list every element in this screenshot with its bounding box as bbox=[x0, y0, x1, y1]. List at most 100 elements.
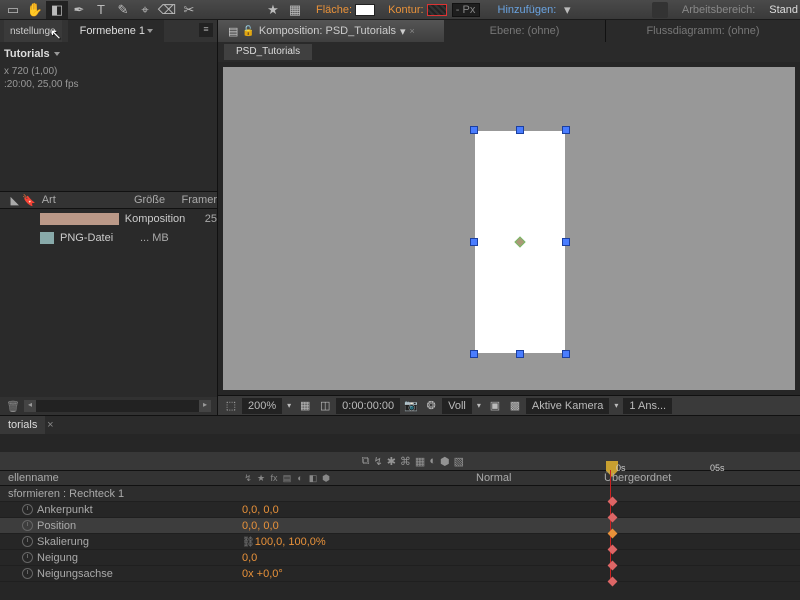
tab-layer[interactable]: Ebene: (ohne) bbox=[444, 20, 606, 42]
stroke-width-field[interactable]: - Px bbox=[452, 3, 480, 17]
workspace-value[interactable]: Stand bbox=[769, 4, 798, 16]
fill-label: Fläche: bbox=[316, 4, 352, 16]
col-mode[interactable]: Normal bbox=[470, 472, 598, 484]
add-label[interactable]: Hinzufügen: bbox=[498, 4, 557, 16]
shy-icon[interactable]: ↯ bbox=[373, 455, 382, 468]
tab-composition[interactable]: ▤ 🔓 Komposition: PSD_Tutorials ▾ × bbox=[218, 20, 444, 42]
panel-menu-icon[interactable]: ≡ bbox=[199, 23, 213, 37]
comp-crumb[interactable]: PSD_Tutorials bbox=[224, 44, 312, 60]
brain-icon[interactable]: ▦ bbox=[415, 455, 425, 468]
motion-blur-icon[interactable]: ⌘ bbox=[400, 455, 411, 468]
pen-tool[interactable]: ✒ bbox=[68, 1, 90, 19]
tab-flowchart[interactable]: Flussdiagramm: (ohne) bbox=[606, 20, 800, 42]
hand-tool[interactable]: ✋ bbox=[24, 1, 46, 19]
brush-tool[interactable]: ✎ bbox=[112, 1, 134, 19]
close-icon[interactable]: × bbox=[410, 26, 420, 36]
snapshot-icon[interactable]: 📷 bbox=[402, 399, 420, 412]
stopwatch-icon[interactable] bbox=[22, 568, 33, 579]
comp-resolution: x 720 (1,00) bbox=[0, 66, 217, 79]
col-parent[interactable]: Übergeordnet bbox=[598, 472, 800, 484]
shape-rectangle[interactable] bbox=[475, 131, 565, 353]
close-icon[interactable]: × bbox=[45, 419, 55, 431]
search-icon[interactable] bbox=[652, 2, 668, 18]
transform-group[interactable]: sformieren : Rechteck 1 bbox=[0, 486, 800, 502]
stroke-label: Kontur: bbox=[388, 4, 423, 16]
resize-handle[interactable] bbox=[470, 350, 478, 358]
stopwatch-icon[interactable] bbox=[22, 536, 33, 547]
views-select[interactable]: 1 Ans... bbox=[623, 398, 672, 414]
comp-duration: :20:00, 25,00 fps bbox=[0, 79, 217, 92]
stopwatch-icon[interactable] bbox=[22, 552, 33, 563]
project-row[interactable]: PNG-Datei ... MB bbox=[0, 228, 217, 247]
switch-frameblend-icon[interactable]: ▤ bbox=[281, 472, 293, 484]
prop-scale[interactable]: Skalierung ⛓100,0, 100,0% bbox=[0, 534, 800, 550]
project-row[interactable]: Komposition 25 bbox=[0, 209, 217, 228]
channels-icon[interactable]: ❂ bbox=[422, 399, 440, 412]
prop-skew-axis[interactable]: Neigungsachse 0x +0,0° bbox=[0, 566, 800, 582]
magnify-icon[interactable]: ⬚ bbox=[222, 399, 240, 412]
prop-skew[interactable]: Neigung 0,0 bbox=[0, 550, 800, 566]
link-icon[interactable]: ⛓ bbox=[242, 537, 255, 548]
workspace-label: Arbeitsbereich: bbox=[682, 4, 755, 16]
grid-icon[interactable]: ▦ bbox=[284, 1, 306, 19]
resize-handle[interactable] bbox=[470, 126, 478, 134]
roto-tool[interactable]: ✂ bbox=[178, 1, 200, 19]
zoom-dropdown[interactable]: ▾ bbox=[284, 401, 294, 410]
zoom-field[interactable]: 200% bbox=[242, 398, 282, 414]
project-tab[interactable]: nstellunge bbox=[4, 20, 62, 42]
roi-icon[interactable]: ▣ bbox=[486, 399, 504, 412]
switch-motionblur-icon[interactable]: ◐ bbox=[294, 472, 306, 484]
shape-tool[interactable]: ◧ bbox=[46, 1, 68, 19]
stopwatch-icon[interactable] bbox=[22, 504, 33, 515]
chevron-down-icon[interactable]: ▾ bbox=[400, 25, 406, 38]
timeline-header: ⧉ ↯ ✱ ⌘ ▦ ◐ ⬢ ▧ 0s 05s bbox=[0, 452, 800, 470]
anchor-point-icon[interactable] bbox=[514, 236, 525, 247]
resize-handle[interactable] bbox=[516, 350, 524, 358]
stopwatch-icon[interactable] bbox=[22, 520, 33, 531]
graph-icon[interactable]: ⧉ bbox=[362, 455, 370, 468]
stroke-swatch[interactable] bbox=[427, 4, 447, 16]
time-field[interactable]: 0:00:00:00 bbox=[336, 398, 400, 414]
switch-3d-icon[interactable]: ⬢ bbox=[320, 472, 332, 484]
png-icon bbox=[40, 232, 54, 244]
frame-blend-icon[interactable]: ✱ bbox=[387, 455, 396, 468]
transparency-icon[interactable]: ▩ bbox=[506, 399, 524, 412]
switch-shy-icon[interactable]: ↯ bbox=[242, 472, 254, 484]
switch-star-icon[interactable]: ★ bbox=[255, 472, 267, 484]
project-scrollbar[interactable]: ◂▸ bbox=[24, 400, 211, 412]
timeline-tab[interactable]: torials bbox=[0, 416, 45, 434]
prop-position[interactable]: Position 0,0, 0,0 bbox=[0, 518, 800, 534]
layer-crumb[interactable]: Formebene 1 bbox=[68, 20, 164, 42]
safe-zones-icon[interactable]: ▦ bbox=[296, 399, 314, 412]
lock-icon[interactable]: 🔓 bbox=[242, 26, 254, 37]
col-source-name[interactable]: ellenname bbox=[0, 472, 240, 484]
composition-stage[interactable] bbox=[223, 67, 795, 390]
trash-icon[interactable]: 🗑 bbox=[6, 400, 18, 412]
mask-icon[interactable]: ◫ bbox=[316, 399, 334, 412]
switch-fx-icon[interactable]: fx bbox=[268, 472, 280, 484]
type-tool[interactable]: T bbox=[90, 1, 112, 19]
favorite-icon[interactable]: ★ bbox=[262, 1, 284, 19]
resize-handle[interactable] bbox=[562, 350, 570, 358]
viewer-controls: ⬚ 200% ▾ ▦ ◫ 0:00:00:00 📷 ❂ Voll ▾ ▣ ▩ A… bbox=[218, 395, 800, 415]
main-toolbar: ▭ ✋ ◧ ✒ T ✎ ⌖ ⌫ ✂ ★ ▦ Fläche: Kontur: - … bbox=[0, 0, 800, 20]
adjustment-icon[interactable]: ◐ bbox=[429, 455, 436, 467]
expand-icon[interactable]: ▧ bbox=[454, 455, 464, 468]
tab-grip-icon: ▤ bbox=[228, 25, 238, 38]
resize-handle[interactable] bbox=[470, 238, 478, 246]
resolution-select[interactable]: Voll bbox=[442, 398, 472, 414]
eraser-tool[interactable]: ⌫ bbox=[156, 1, 178, 19]
project-columns: ◣ 🔖 Art Größe Framer bbox=[0, 191, 217, 209]
resize-handle[interactable] bbox=[562, 238, 570, 246]
3d-icon[interactable]: ⬢ bbox=[440, 455, 450, 468]
prop-anchor-point[interactable]: Ankerpunkt 0,0, 0,0 bbox=[0, 502, 800, 518]
add-dropdown[interactable]: ▾ bbox=[556, 1, 578, 19]
camera-select[interactable]: Aktive Kamera bbox=[526, 398, 610, 414]
resize-handle[interactable] bbox=[516, 126, 524, 134]
selection-tool[interactable]: ▭ bbox=[2, 1, 24, 19]
timeline-view-icons: ⧉ ↯ ✱ ⌘ ▦ ◐ ⬢ ▧ bbox=[240, 455, 470, 468]
switch-adjust-icon[interactable]: ◧ bbox=[307, 472, 319, 484]
clone-tool[interactable]: ⌖ bbox=[134, 1, 156, 19]
resize-handle[interactable] bbox=[562, 126, 570, 134]
fill-swatch[interactable] bbox=[355, 4, 375, 16]
